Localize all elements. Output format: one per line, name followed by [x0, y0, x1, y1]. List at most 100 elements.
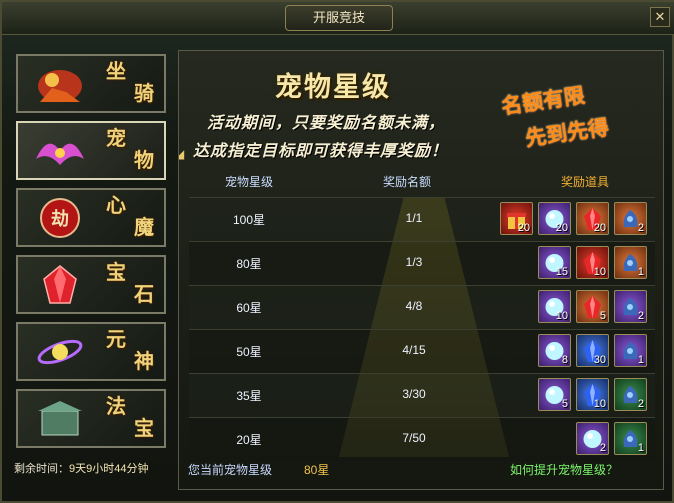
table-row: 60星 4/8 10 5 2: [189, 285, 655, 329]
reward-items: 21: [576, 422, 647, 456]
sidebar-item-label: 宠物: [106, 126, 156, 172]
title-bar: 开服竞技 ✕: [2, 2, 674, 35]
item-count: 20: [517, 222, 530, 234]
item-count: 20: [555, 222, 568, 234]
close-button[interactable]: ✕: [650, 7, 670, 27]
reward-item[interactable]: 10: [576, 246, 609, 279]
promo-banner: 名额有限 先到先得: [495, 77, 649, 151]
reward-item[interactable]: 1: [614, 422, 647, 455]
reward-item[interactable]: 1: [614, 246, 647, 279]
promo-line-2: 先到先得: [523, 114, 611, 151]
reward-item[interactable]: 1: [614, 334, 647, 367]
header-quota: 奖励名额: [383, 175, 432, 189]
arrow-icon: ◢: [179, 147, 185, 161]
reward-item[interactable]: 2: [614, 378, 647, 411]
item-count: 2: [637, 398, 644, 410]
item-count: 15: [555, 266, 568, 278]
reward-items: 5 10 2: [538, 378, 647, 412]
sidebar-item-spirit[interactable]: 元神: [16, 322, 166, 381]
reward-item[interactable]: 5: [576, 290, 609, 323]
table-row: 20星 7/50 2 1: [189, 417, 655, 461]
reward-item[interactable]: 15: [538, 246, 571, 279]
current-star-label: 您当前宠物星级: [188, 463, 273, 477]
treasure-icon: [30, 397, 90, 441]
reward-item[interactable]: 20: [500, 202, 533, 235]
reward-item[interactable]: 2: [614, 290, 647, 323]
item-count: 1: [637, 354, 644, 366]
item-count: 2: [599, 442, 606, 454]
sidebar-item-demon[interactable]: 劫 心魔: [16, 188, 166, 247]
star-cell: 100星: [232, 213, 266, 227]
pet-icon: [30, 129, 90, 173]
reward-items: 15 10 1: [538, 246, 647, 280]
reward-item[interactable]: 8: [538, 334, 571, 367]
header-star: 宠物星级: [225, 175, 274, 189]
event-window: 开服竞技 ✕ 坐骑宠物劫 心魔宝石元神法宝 剩余时间：9天9小时44分钟 宠物星级…: [0, 0, 674, 503]
reward-table: 宠物星级 奖励名额 奖励道具 100星 1/1 20 20 20 2 80星 1/3 15 10 1…: [189, 165, 655, 461]
star-cell: 60星: [236, 301, 262, 315]
reward-item[interactable]: 20: [576, 202, 609, 235]
star-cell: 20星: [236, 433, 262, 447]
quota-cell: 1/1: [405, 211, 423, 225]
item-count: 1: [637, 266, 644, 278]
reward-item[interactable]: 10: [576, 378, 609, 411]
demon-icon: 劫: [30, 196, 90, 240]
how-to-improve-link[interactable]: 如何提升宠物星级？: [510, 461, 618, 478]
item-count: 10: [593, 398, 606, 410]
item-count: 20: [593, 222, 606, 234]
star-cell: 80星: [236, 257, 262, 271]
item-count: 10: [593, 266, 606, 278]
reward-item[interactable]: 20: [538, 202, 571, 235]
sidebar-item-gem[interactable]: 宝石: [16, 255, 166, 314]
remaining-time-value: 9天9小时44分钟: [69, 463, 149, 475]
star-cell: 35星: [236, 389, 262, 403]
main-panel: 宠物星级 活动期间，只要奖励名额未满， 达成指定目标即可获得丰厚奖励！ ◢ 名额…: [178, 50, 664, 490]
table-row: 50星 4/15 8 30 1: [189, 329, 655, 373]
item-count: 10: [555, 310, 568, 322]
current-star-value: 80星: [304, 463, 330, 477]
item-count: 1: [637, 442, 644, 454]
star-cell: 50星: [236, 345, 262, 359]
table-row: 35星 3/30 5 10 2: [189, 373, 655, 417]
gem-icon: [30, 263, 90, 307]
header-items: 奖励道具: [561, 175, 610, 189]
sidebar-item-label: 元神: [106, 327, 156, 373]
table-row: 100星 1/1 20 20 20 2: [189, 197, 655, 241]
reward-items: 20 20 20 2: [500, 202, 647, 236]
table-header: 宠物星级 奖励名额 奖励道具: [189, 165, 655, 197]
item-count: 5: [561, 398, 568, 410]
reward-item[interactable]: 10: [538, 290, 571, 323]
page-title: 宠物星级: [275, 72, 391, 103]
sidebar-item-mount[interactable]: 坐骑: [16, 54, 166, 113]
sidebar-item-label: 宝石: [106, 260, 156, 306]
reward-item[interactable]: 2: [576, 422, 609, 455]
reward-item[interactable]: 5: [538, 378, 571, 411]
sidebar-item-treasure[interactable]: 法宝: [16, 389, 166, 448]
reward-items: 8 30 1: [538, 334, 647, 368]
table-body: 100星 1/1 20 20 20 2 80星 1/3 15 10 1 60星 4/8 10 5 2 50星 4/…: [189, 197, 655, 461]
mount-icon: [30, 62, 90, 106]
table-row: 80星 1/3 15 10 1: [189, 241, 655, 285]
remaining-time-label: 剩余时间：: [14, 463, 69, 475]
sidebar-item-label: 心魔: [106, 193, 156, 239]
reward-item[interactable]: 2: [614, 202, 647, 235]
item-count: 8: [561, 354, 568, 366]
window-title: 开服竞技: [285, 5, 393, 31]
reward-item[interactable]: 30: [576, 334, 609, 367]
category-sidebar: 坐骑宠物劫 心魔宝石元神法宝: [16, 54, 172, 456]
quota-cell: 1/3: [405, 255, 423, 269]
item-count: 30: [593, 354, 606, 366]
promo-line-1: 名额有限: [499, 82, 587, 119]
sidebar-item-pet[interactable]: 宠物: [16, 121, 166, 180]
sidebar-item-label: 坐骑: [106, 59, 156, 105]
quota-cell: 4/15: [402, 343, 426, 357]
sidebar-item-label: 法宝: [106, 394, 156, 440]
item-count: 2: [637, 310, 644, 322]
quota-cell: 3/30: [402, 387, 426, 401]
spirit-icon: [30, 330, 90, 374]
quota-cell: 4/8: [405, 299, 423, 313]
description-line-2: 达成指定目标即可获得丰厚奖励！: [193, 141, 449, 160]
reward-items: 10 5 2: [538, 290, 647, 324]
item-count: 5: [599, 310, 606, 322]
description-line-1: 活动期间，只要奖励名额未满，: [207, 113, 446, 132]
